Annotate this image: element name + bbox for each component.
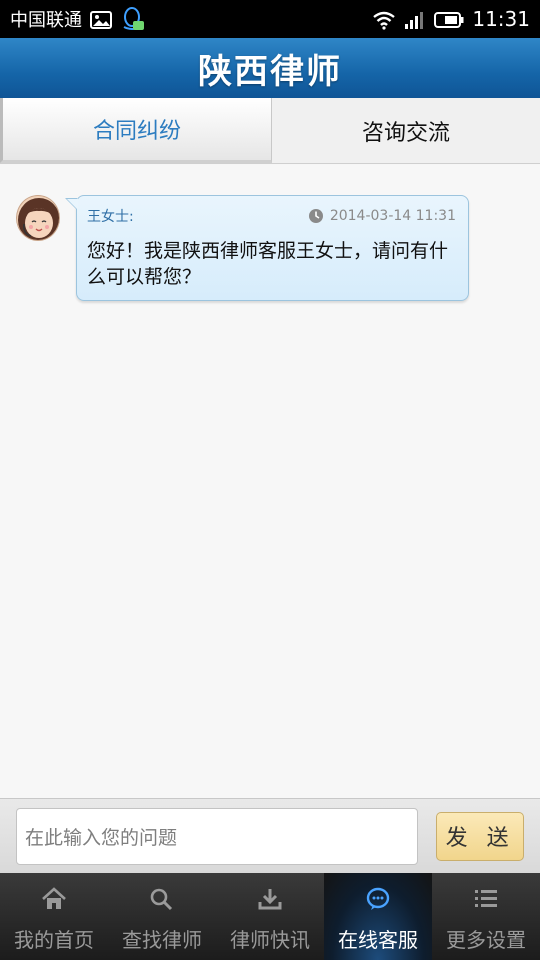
- status-bar-right: 11:31: [372, 7, 530, 31]
- message-text: 您好！我是陕西律师客服王女士，请问有什么可以帮您？: [87, 240, 449, 288]
- signal-icon: [404, 9, 426, 30]
- home-icon: [40, 887, 68, 916]
- send-button[interactable]: 发 送: [436, 811, 524, 861]
- message-bubble: 王女士: 2014-03-14 11:31 您好！我是陕西律师客服王女士，请问有…: [65, 195, 469, 301]
- avatar: [16, 195, 60, 241]
- image-icon: [90, 9, 112, 30]
- clock: 11:31: [472, 7, 530, 31]
- question-input[interactable]: 在此输入您的问题: [16, 807, 419, 865]
- list-icon: [473, 887, 499, 916]
- chat-area[interactable]: 王女士: 2014-03-14 11:31 您好！我是陕西律师客服王女士，请问有…: [0, 165, 540, 798]
- status-bar-left: 中国联通: [10, 5, 146, 33]
- nav-item-home[interactable]: 我的首页: [0, 873, 108, 960]
- message-header: 王女士: 2014-03-14 11:31: [77, 196, 468, 226]
- chat-icon: [365, 887, 391, 916]
- clock-icon: [308, 208, 324, 224]
- tab-label: 咨询交流: [361, 120, 450, 146]
- chat-message: 王女士: 2014-03-14 11:31 您好！我是陕西律师客服王女士，请问有…: [16, 195, 469, 301]
- message-sender: 王女士:: [87, 209, 134, 225]
- nav-label: 更多设置: [446, 928, 526, 952]
- nav-label: 在线客服: [338, 928, 418, 952]
- nav-label: 我的首页: [14, 928, 94, 952]
- title-bar: 陕西律师: [0, 38, 540, 98]
- bottom-nav: 我的首页 查找律师 律师快讯 在线客服 更多设置: [0, 873, 540, 960]
- nav-label: 查找律师: [122, 928, 202, 952]
- message-time: 2014-03-14 11:31: [308, 208, 456, 224]
- nav-item-online-service[interactable]: 在线客服: [324, 873, 432, 960]
- nav-item-find-lawyer[interactable]: 查找律师: [108, 873, 216, 960]
- search-icon: [149, 887, 175, 916]
- tab-consultation[interactable]: 咨询交流: [272, 98, 540, 163]
- screen: 中国联通 11:31 陕西律师 合同纠纷 咨询交流 王女士: 2014-03-1…: [0, 0, 540, 960]
- tab-contract-disputes[interactable]: 合同纠纷: [0, 98, 272, 163]
- wifi-icon: [372, 9, 396, 30]
- message-timestamp: 2014-03-14 11:31: [329, 208, 456, 224]
- qq-icon: [120, 5, 146, 33]
- page-title: 陕西律师: [198, 51, 342, 92]
- composer-bar: 在此输入您的问题 发 送: [0, 798, 540, 873]
- tab-label: 合同纠纷: [92, 119, 181, 144]
- tab-bar: 合同纠纷 咨询交流: [0, 98, 540, 164]
- battery-icon: [434, 9, 464, 30]
- nav-label: 律师快讯: [230, 928, 310, 952]
- nav-item-lawyer-news[interactable]: 律师快讯: [216, 873, 324, 960]
- download-icon: [257, 887, 283, 916]
- nav-item-more-settings[interactable]: 更多设置: [432, 873, 540, 960]
- status-bar: 中国联通 11:31: [0, 0, 540, 38]
- carrier-name: 中国联通: [10, 10, 82, 31]
- question-input-placeholder: 在此输入您的问题: [25, 826, 178, 849]
